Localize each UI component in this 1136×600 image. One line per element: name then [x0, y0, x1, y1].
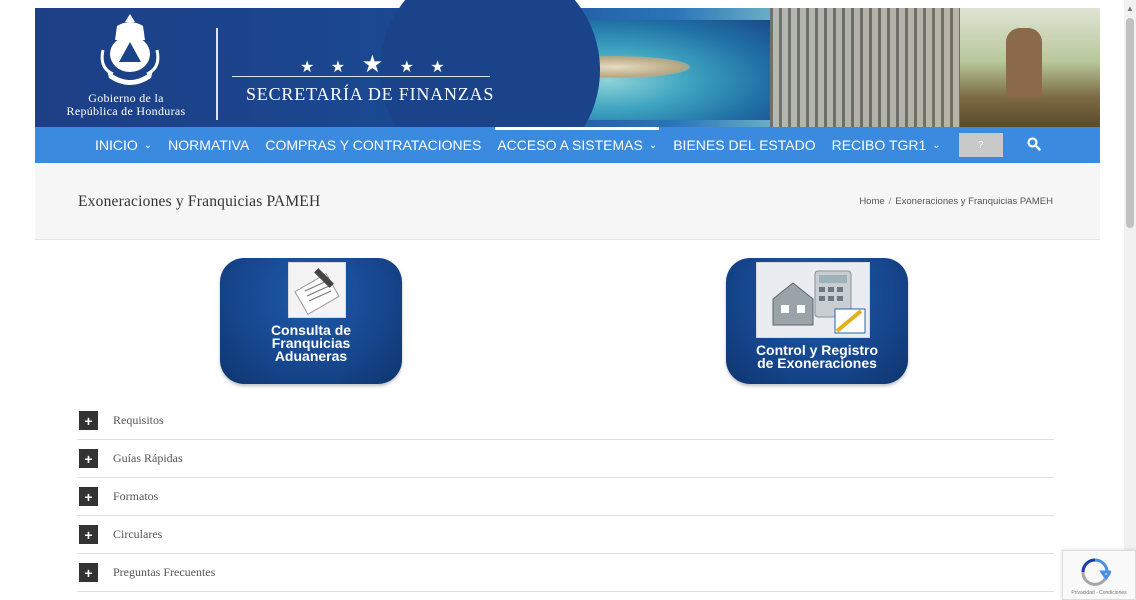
nav-item-acceso-sistemas[interactable]: ACCESO A SISTEMAS ⌄: [495, 127, 660, 163]
nav-items: INICIO ⌄ NORMATIVA COMPRAS Y CONTRATACIO…: [95, 127, 1043, 163]
accordion-item-preguntas-frecuentes[interactable]: + Preguntas Frecuentes: [77, 554, 1054, 592]
main-nav: INICIO ⌄ NORMATIVA COMPRAS Y CONTRATACIO…: [35, 127, 1100, 163]
tile-label: Control y Registro de Exoneraciones: [726, 343, 908, 371]
stars-row: ★ ★ ★ ★ ★: [300, 50, 451, 79]
breadcrumb-separator: /: [888, 196, 892, 207]
secretaria-rule: [232, 76, 490, 77]
tile-line-3: Aduaneras: [274, 348, 348, 364]
farmer-figure: [1006, 28, 1042, 98]
breadcrumb-home[interactable]: Home: [859, 196, 884, 207]
nav-item-recibo-tgr1[interactable]: RECIBO TGR1 ⌄: [832, 127, 941, 163]
consulta-franquicias-button[interactable]: Consulta de Franquicias Aduaneras: [220, 258, 402, 384]
accordion-label: Guías Rápidas: [113, 451, 183, 465]
accordion-item-requisitos[interactable]: + Requisitos: [77, 402, 1054, 440]
page-title-bar: Exoneraciones y Franquicias PAMEH Home /…: [35, 163, 1100, 240]
gov-line-2: República de Honduras: [66, 104, 186, 118]
accordion-item-circulares[interactable]: + Circulares: [77, 516, 1054, 554]
nav-item-bienes[interactable]: BIENES DEL ESTADO: [673, 127, 815, 163]
recaptcha-text[interactable]: Privacidad - Condiciones: [1063, 590, 1135, 596]
breadcrumb: Home / Exoneraciones y Franquicias PAMEH: [859, 196, 1053, 207]
breadcrumb-current: Exoneraciones y Franquicias PAMEH: [895, 196, 1053, 207]
scrollbar-thumb[interactable]: [1126, 18, 1134, 228]
nav-item-compras[interactable]: COMPRAS Y CONTRATACIONES: [265, 127, 481, 163]
plus-icon: +: [79, 525, 98, 544]
plus-icon: +: [79, 487, 98, 506]
accordion: + Requisitos + Guías Rápidas + Formatos …: [77, 402, 1054, 592]
accordion-item-guias-rapidas[interactable]: + Guías Rápidas: [77, 440, 1054, 478]
nav-item-normativa[interactable]: NORMATIVA: [168, 127, 249, 163]
stars-left: ★ ★: [300, 59, 352, 76]
nav-label: NORMATIVA: [168, 137, 250, 153]
chevron-down-icon: ⌄: [648, 139, 658, 151]
tile-label: Consulta de Franquicias Aduaneras: [220, 323, 402, 364]
accordion-label: Preguntas Frecuentes: [113, 565, 216, 579]
stars-right: ★ ★: [399, 59, 451, 76]
accordion-label: Circulares: [113, 527, 163, 541]
header-divider: [216, 28, 218, 120]
plus-icon: +: [79, 449, 98, 468]
page: Gobierno de la República de Honduras ★ ★…: [0, 0, 1136, 600]
secretaria-name: SECRETARÍA DE FINANZAS: [246, 84, 495, 104]
accordion-label: Requisitos: [113, 413, 164, 427]
banner-farmer-photo: [960, 8, 1100, 127]
nav-label: ACCESO A SISTEMAS: [497, 137, 643, 153]
recaptcha-badge[interactable]: Privacidad - Condiciones: [1062, 550, 1136, 600]
nav-label: COMPRAS Y CONTRATACIONES: [265, 137, 482, 153]
plus-icon: +: [79, 563, 98, 582]
nav-label: RECIBO TGR1: [831, 137, 927, 153]
nav-item-inicio[interactable]: INICIO ⌄: [95, 127, 152, 163]
control-registro-exoneraciones-button[interactable]: Control y Registro de Exoneraciones: [726, 258, 908, 384]
tile-line-2: de Exoneraciones: [757, 355, 877, 371]
nav-extra-button[interactable]: ?: [958, 133, 1003, 157]
star-center: ★: [361, 51, 390, 78]
government-name: Gobierno de la República de Honduras: [42, 92, 210, 118]
scrollbar[interactable]: ▲: [1124, 0, 1136, 600]
scroll-up-arrow-icon[interactable]: ▲: [1126, 4, 1134, 14]
chevron-down-icon: ⌄: [143, 139, 153, 151]
accordion-item-formatos[interactable]: + Formatos: [77, 478, 1054, 516]
banner-construction-photo: [770, 8, 960, 127]
header-banner: Gobierno de la República de Honduras ★ ★…: [0, 0, 1100, 127]
coat-of-arms-icon: [100, 14, 160, 85]
nav-label: BIENES DEL ESTADO: [673, 137, 816, 153]
accordion-label: Formatos: [113, 489, 159, 503]
recaptcha-icon: [1081, 558, 1111, 586]
house-calculator-icon: [756, 262, 870, 338]
search-icon[interactable]: [1027, 137, 1043, 153]
document-icon: [288, 262, 346, 318]
page-title: Exoneraciones y Franquicias PAMEH: [78, 193, 321, 210]
plus-icon: +: [79, 411, 98, 430]
chevron-down-icon: ⌄: [932, 139, 941, 151]
nav-label: INICIO: [95, 137, 138, 153]
